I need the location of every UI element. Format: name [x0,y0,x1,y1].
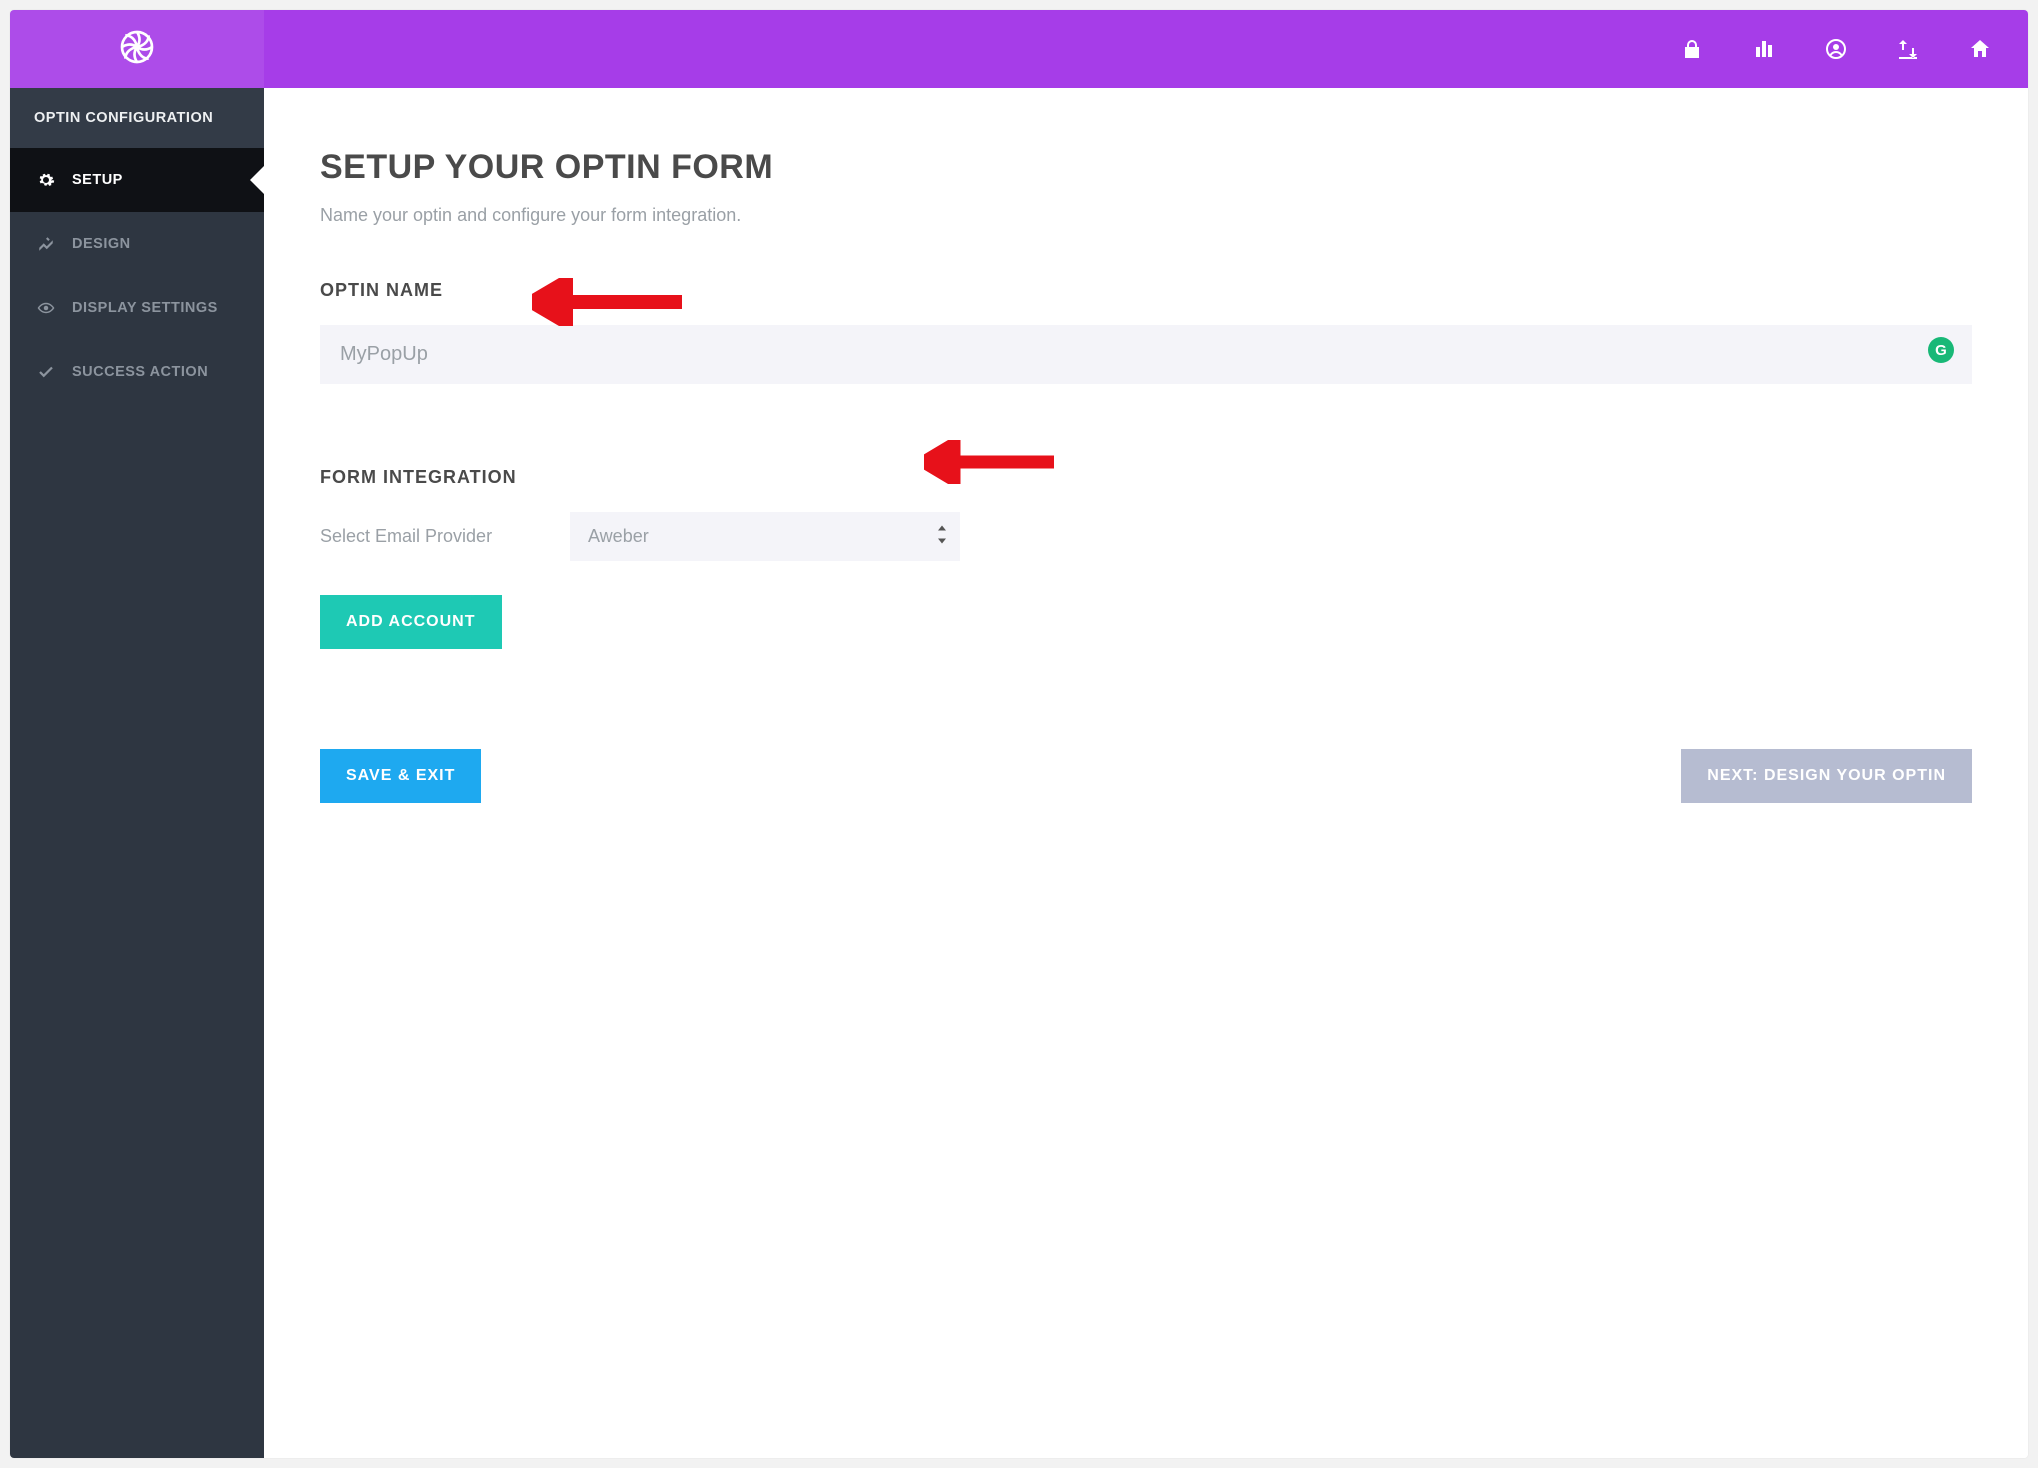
chevron-updown-icon [936,525,948,548]
optin-name-input-wrap: G [320,325,1972,467]
sidebar-item-success-action[interactable]: SUCCESS ACTION [10,340,264,404]
eye-icon [36,298,56,318]
sidebar-item-label: DESIGN [72,236,131,252]
main-content: SETUP YOUR OPTIN FORM Name your optin an… [264,88,2028,1458]
button-label: SAVE & EXIT [346,767,455,785]
next-button[interactable]: NEXT: DESIGN YOUR OPTIN [1681,749,1972,803]
add-account-button[interactable]: ADD ACCOUNT [320,595,502,649]
form-integration-label: FORM INTEGRATION [320,467,1972,488]
home-icon[interactable] [1968,37,1992,61]
sidebar-item-label: SETUP [72,172,123,188]
optin-name-label: OPTIN NAME [320,280,1972,301]
sidebar-item-label: DISPLAY SETTINGS [72,300,218,316]
email-provider-row: Select Email Provider Aweber [320,512,1972,561]
email-provider-value: Aweber [588,526,649,546]
profile-icon[interactable] [1824,37,1848,61]
design-icon [36,234,56,254]
import-export-icon[interactable] [1896,37,1920,61]
button-label: ADD ACCOUNT [346,613,476,631]
logo-area[interactable] [10,10,264,88]
sidebar-item-display-settings[interactable]: DISPLAY SETTINGS [10,276,264,340]
sidebar-title: OPTIN CONFIGURATION [10,88,264,148]
page-title: SETUP YOUR OPTIN FORM [320,148,1972,187]
optin-name-input[interactable] [320,325,1972,384]
app-header [10,10,2028,88]
chart-icon[interactable] [1752,37,1776,61]
sidebar-item-design[interactable]: DESIGN [10,212,264,276]
sidebar-item-setup[interactable]: SETUP [10,148,264,212]
button-label: NEXT: DESIGN YOUR OPTIN [1707,767,1946,785]
email-provider-select[interactable]: Aweber [570,512,960,561]
check-icon [36,362,56,382]
gear-icon [36,170,56,190]
app-body: OPTIN CONFIGURATION SETUP DESIGN DISPLAY… [10,88,2028,1458]
sidebar-item-label: SUCCESS ACTION [72,364,208,380]
page-subtitle: Name your optin and configure your form … [320,205,1972,226]
sidebar: OPTIN CONFIGURATION SETUP DESIGN DISPLAY… [10,88,264,1458]
lock-icon[interactable] [1680,37,1704,61]
footer-actions: SAVE & EXIT NEXT: DESIGN YOUR OPTIN [320,749,1972,803]
save-exit-button[interactable]: SAVE & EXIT [320,749,481,803]
aperture-logo-icon [117,27,157,72]
grammarly-indicator-icon: G [1928,337,1954,363]
email-provider-label: Select Email Provider [320,526,570,547]
app-window: OPTIN CONFIGURATION SETUP DESIGN DISPLAY… [10,10,2028,1458]
header-actions [264,10,2028,88]
